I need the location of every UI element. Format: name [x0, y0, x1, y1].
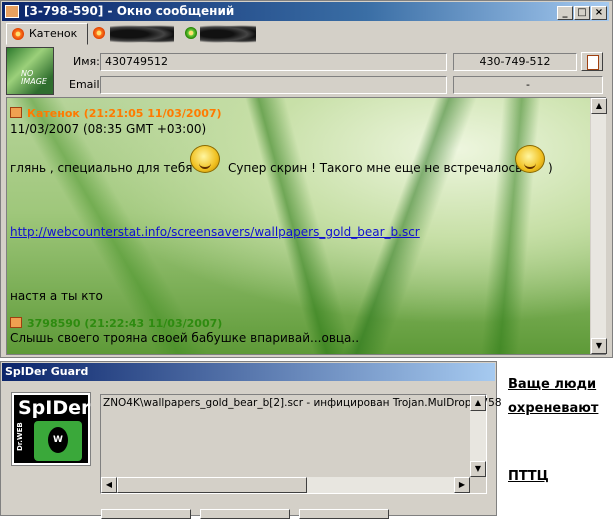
window-titlebar[interactable]: [3-798-590] - Окно сообщений _ □ × [2, 2, 609, 21]
scroll-up-arrow-icon[interactable]: ▲ [470, 395, 486, 411]
message-icon [10, 317, 22, 328]
email-side-field: - [453, 76, 603, 94]
message-window-icon [5, 5, 19, 18]
message-icon [10, 107, 22, 118]
redacted-scribble [200, 25, 256, 43]
uin-field[interactable]: 430-749-512 [453, 53, 577, 71]
malware-link[interactable]: http://webcounterstat.info/screensavers/… [10, 225, 420, 239]
message-text: глянь , специально для тебя [10, 161, 193, 175]
close-button[interactable]: × [591, 6, 607, 20]
window-title: [3-798-590] - Окно сообщений [24, 4, 235, 18]
contact-avatar: NO IMAGE [6, 47, 54, 95]
tab-hidden-contact-1[interactable] [88, 23, 180, 45]
email-label: Email: [69, 78, 104, 91]
maximize-button[interactable]: □ [574, 6, 590, 20]
email-field[interactable] [100, 76, 447, 94]
online-flower-icon [12, 28, 24, 40]
online-flower-icon [185, 27, 197, 39]
chat-scrollbar[interactable]: ▲ ▼ [590, 98, 607, 354]
message-text: настя а ты кто [10, 289, 103, 303]
tab-hidden-contact-2[interactable] [180, 23, 260, 45]
smiley-icon [515, 145, 545, 173]
user-info-icon[interactable] [581, 52, 603, 71]
contact-tabs: Катенок [2, 23, 609, 45]
scroll-right-arrow-icon[interactable]: ▶ [454, 477, 470, 493]
caption-line-2: охреневают [508, 401, 599, 416]
message-text: ) [548, 161, 553, 175]
guard-button-3[interactable] [299, 509, 389, 519]
message-header: 3798590 (21:22:43 11/03/2007) [10, 317, 222, 330]
guard-message-box[interactable]: ZNO4K\wallpapers_gold_bear_b[2].scr - ин… [100, 394, 502, 494]
redacted-scribble [110, 25, 174, 43]
online-flower-icon [93, 27, 105, 39]
caption-line-1: Ваще люди [508, 377, 597, 392]
chat-history[interactable]: Катенок (21:21:05 11/03/2007) 11/03/2007… [6, 97, 606, 355]
caption-line-3: ПТТЦ [508, 469, 549, 484]
tab-katenok[interactable]: Катенок [6, 23, 88, 45]
spider-icon: W [48, 427, 68, 453]
guard-vertical-scrollbar[interactable]: ▲ ▼ [470, 395, 486, 477]
smiley-icon [190, 145, 220, 173]
drweb-logo: SpIDer Dr.WEB W [11, 392, 91, 466]
scroll-up-arrow-icon[interactable]: ▲ [591, 98, 607, 114]
guard-horizontal-scrollbar[interactable]: ◀ ▶ [101, 477, 470, 493]
name-field[interactable]: 430749512 [100, 53, 447, 71]
guard-button-2[interactable] [200, 509, 290, 519]
guard-button-1[interactable] [101, 509, 191, 519]
tab-label: Катенок [29, 27, 78, 40]
scroll-left-arrow-icon[interactable]: ◀ [101, 477, 117, 493]
message-text: Слышь своего трояна своей бабушке впарив… [10, 331, 360, 345]
message-text: Супер скрин ! Такого мне еще не встречал… [228, 161, 523, 175]
message-header: Катенок (21:21:05 11/03/2007) [10, 107, 222, 120]
name-label: Имя: [73, 55, 100, 68]
scroll-down-arrow-icon[interactable]: ▼ [470, 461, 486, 477]
logo-subtext: Dr.WEB [16, 422, 24, 451]
scroll-thumb[interactable] [117, 477, 307, 493]
guard-title[interactable]: SpIDer Guard [2, 363, 495, 381]
infection-message: ZNO4K\wallpapers_gold_bear_b[2].scr - ин… [103, 397, 502, 409]
scroll-down-arrow-icon[interactable]: ▼ [591, 338, 607, 354]
logo-text: SpIDer [18, 397, 91, 419]
avatar-placeholder-text: NO IMAGE [21, 69, 47, 86]
message-text: 11/03/2007 (08:35 GMT +03:00) [10, 122, 207, 136]
minimize-button[interactable]: _ [557, 6, 573, 20]
